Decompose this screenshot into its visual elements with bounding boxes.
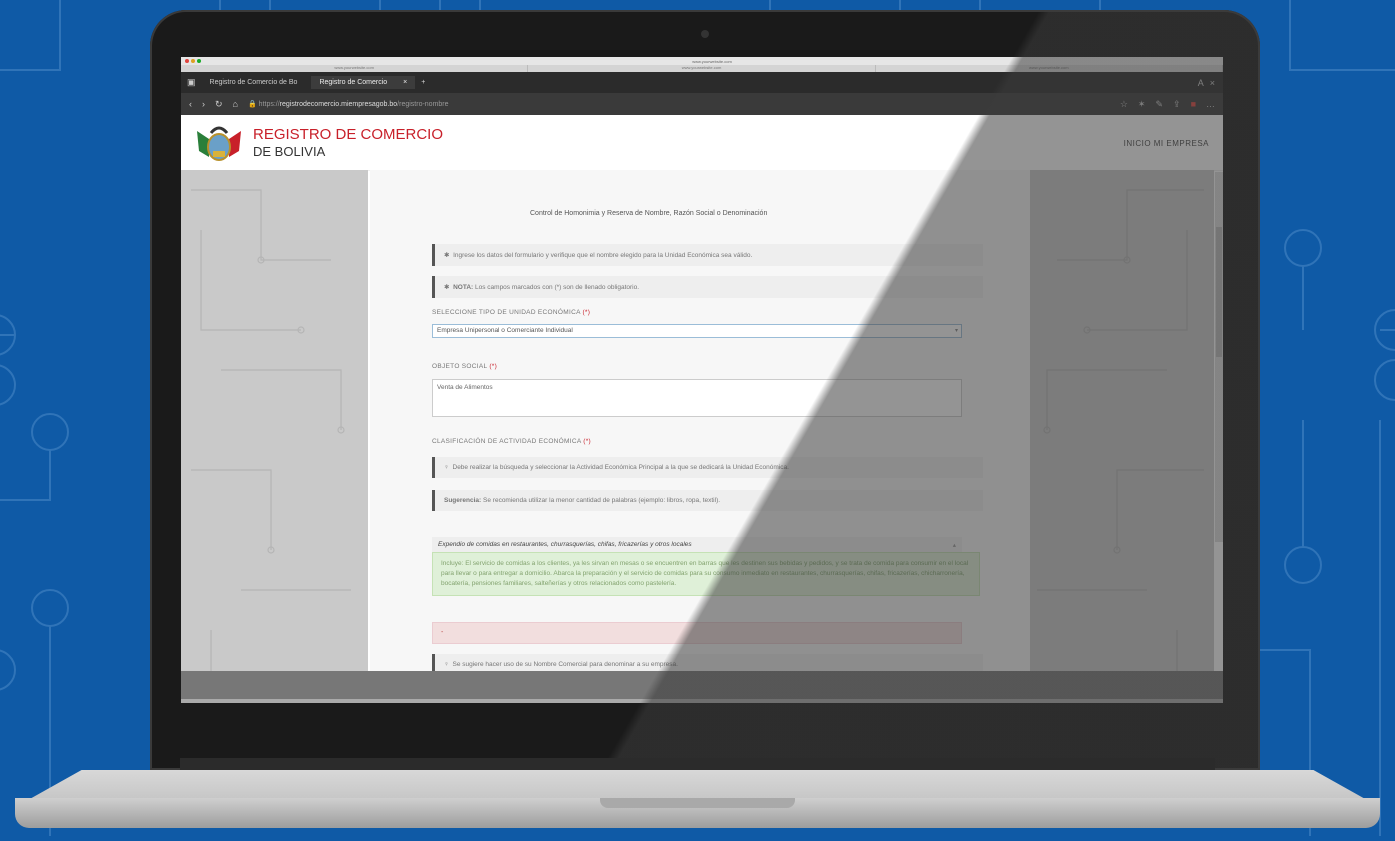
mac-tab[interactable]: www.yourwebsite.com [876, 65, 1223, 72]
laptop-base-top [28, 770, 1367, 800]
required-mark: (*) [489, 363, 498, 370]
mac-toolbar: www.yourwebsite.com [181, 57, 1223, 65]
error-alert: - [432, 622, 962, 644]
site-header: REGISTRO DE COMERCIO DE BOLIVIA INICIO M… [181, 115, 1223, 171]
favorites-icon[interactable]: ✶ [1138, 99, 1146, 110]
laptop-notch [600, 798, 795, 808]
right-circuit-pattern [1027, 170, 1214, 703]
scrollbar-thumb[interactable] [1216, 227, 1222, 357]
label-objeto-text: OBJETO SOCIAL [432, 363, 488, 370]
share-icon[interactable]: ⇪ [1173, 99, 1181, 110]
site-title-line1: REGISTRO DE COMERCIO [253, 125, 444, 143]
name-hint-text: Se sugiere hacer uso de su Nombre Comerc… [452, 661, 678, 668]
suggestion-hint: Sugerencia: Se recomienda utilizar la me… [432, 490, 983, 511]
label-clasificacion: CLASIFICACIÓN DE ACTIVIDAD ECONÓMICA (*) [432, 438, 962, 445]
address-prefix: https:// [258, 101, 280, 108]
search-hint: ♀ Debe realizar la búsqueda y selecciona… [432, 457, 983, 478]
site-title-line2: DE BOLIVIA [253, 143, 326, 159]
close-dot[interactable] [185, 59, 189, 63]
address-bar-row: ‹ › ↻ ⌂ 🔒 https://registrodecomercio.mie… [181, 93, 1223, 115]
suggestion-text: Se recomienda utilizar la menor cantidad… [483, 497, 721, 504]
tab-label: Registro de Comercio [319, 79, 388, 86]
tab-close-icon[interactable]: × [403, 79, 407, 86]
required-mark: (*) [582, 309, 591, 316]
address-input[interactable]: 🔒 https://registrodecomercio.miempresago… [248, 100, 1110, 108]
left-circuit-pattern [181, 170, 368, 703]
address-path: /registro-nombre [397, 101, 449, 108]
mac-tabs: www.yourwebsite.com www.yourwebsite.com … [181, 65, 1223, 72]
laptop-screen: www.yourwebsite.com www.yourwebsite.com … [181, 57, 1223, 703]
window-close-icon[interactable]: × [1210, 78, 1215, 88]
address-domain: registrodecomercio.miempresagob.bo [279, 101, 398, 108]
bolivia-crest-logo [193, 121, 245, 165]
actividad-value: Expendio de comidas en restaurantes, chu… [438, 541, 692, 548]
maximize-dot[interactable] [197, 59, 201, 63]
required-mark: (*) [583, 438, 592, 445]
browser-tabbar: ▣ Registro de Comercio de Bo Registro de… [181, 72, 1223, 93]
form-panel: Control de Homonimia y Reserva de Nombre… [370, 170, 1030, 703]
back-icon[interactable]: ‹ [189, 99, 192, 109]
extension-shield-icon[interactable]: ■ [1191, 99, 1196, 109]
favorite-star-icon[interactable]: ☆ [1120, 99, 1128, 110]
mac-tab[interactable]: www.yourwebsite.com [181, 65, 529, 72]
lightbulb-icon: ♀ [444, 661, 449, 668]
label-tipo-unidad: SELECCIONE TIPO DE UNIDAD ECONÓMICA (*) [432, 309, 962, 316]
tab-registro-1[interactable]: Registro de Comercio de Bo [201, 76, 306, 89]
new-tab-button[interactable]: + [421, 79, 425, 86]
required-note-text: Los campos marcados con (*) son de llena… [475, 284, 640, 291]
webcam [701, 30, 709, 38]
tipo-unidad-select[interactable]: Empresa Unipersonal o Comerciante Indivi… [432, 324, 962, 338]
window-controls[interactable] [185, 59, 201, 63]
objeto-social-textarea[interactable]: Venta de Alimentos [432, 379, 962, 417]
chevron-down-icon: ▾ [954, 328, 958, 334]
suggestion-bold: Sugerencia: [444, 497, 482, 504]
gear-icon: ✱ [444, 252, 450, 259]
info-note-text: Ingrese los datos del formulario y verif… [453, 252, 753, 259]
lightbulb-icon: ♀ [444, 464, 449, 471]
forward-icon[interactable]: › [202, 99, 205, 109]
home-icon[interactable]: ⌂ [233, 99, 238, 109]
reading-icon[interactable]: A [1198, 78, 1204, 88]
site-title[interactable]: REGISTRO DE COMERCIO DE BOLIVIA [253, 126, 443, 160]
search-hint-text: Debe realizar la búsqueda y seleccionar … [452, 464, 789, 471]
minimize-dot[interactable] [191, 59, 195, 63]
required-note: ✱ NOTA: Los campos marcados con (*) son … [432, 276, 983, 298]
chevron-down-icon: ▴ [952, 542, 956, 549]
label-objeto-social: OBJETO SOCIAL (*) [432, 363, 962, 370]
note-bold: NOTA: [453, 284, 474, 291]
mac-tab[interactable]: www.yourwebsite.com [528, 65, 876, 72]
header-nav-link[interactable]: INICIO MI EMPRESA [1124, 139, 1209, 148]
tab-registro-2[interactable]: Registro de Comercio × [311, 76, 416, 89]
info-note: ✱ Ingrese los datos del formulario y ver… [432, 244, 983, 266]
pin-icon: ✱ [444, 284, 450, 291]
keyboard-hinge [180, 758, 1215, 772]
tipo-unidad-value: Empresa Unipersonal o Comerciante Indivi… [437, 327, 573, 334]
mac-url[interactable]: www.yourwebsite.com [205, 59, 1219, 64]
label-clasif-text: CLASIFICACIÓN DE ACTIVIDAD ECONÓMICA [432, 438, 582, 445]
form-heading: Control de Homonimia y Reserva de Nombre… [530, 210, 768, 217]
activity-description-box: Incluye: El servicio de comidas a los cl… [432, 552, 980, 596]
refresh-icon[interactable]: ↻ [215, 99, 223, 110]
screen-bezel-strip [181, 699, 1223, 703]
label-tipo-text: SELECCIONE TIPO DE UNIDAD ECONÓMICA [432, 309, 581, 316]
more-icon[interactable]: … [1206, 99, 1215, 109]
notes-icon[interactable]: ✎ [1155, 99, 1163, 110]
tab-actions-icon[interactable]: ▣ [187, 77, 196, 88]
